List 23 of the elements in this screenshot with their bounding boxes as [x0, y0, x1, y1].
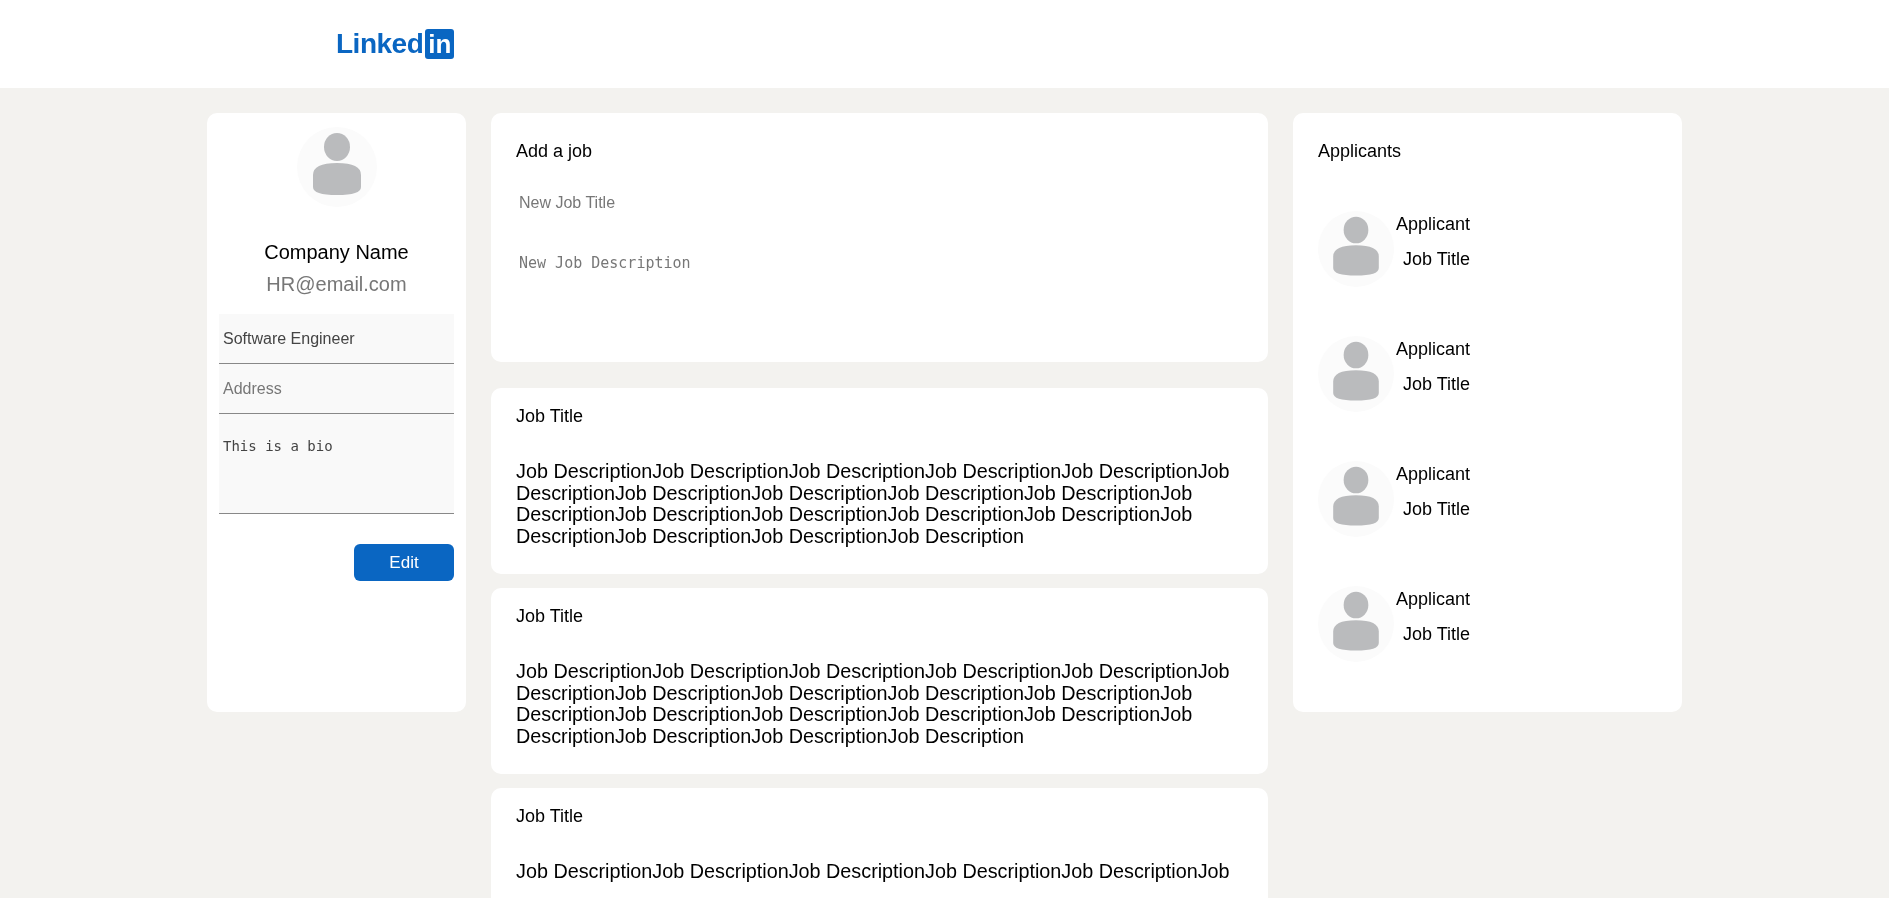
- applicant-name[interactable]: Applicant: [1396, 214, 1471, 235]
- card-title: Add a job: [516, 141, 594, 162]
- logo[interactable]: Linked in: [336, 28, 455, 60]
- applicant-name[interactable]: Applicant: [1396, 339, 1471, 360]
- job-description: Job DescriptionJob DescriptionJob DescriptionJob DescriptionJob DescriptionJob DescriptionJob DescriptionJob DescriptionJob DescriptionJob DescriptionJob DescriptionJob DescriptionJob DescriptionJob DescriptionJob DescriptionJob DescriptionJob DescriptionJob DescriptionJob Description: [516, 660, 1231, 748]
- applicant-job-title: Job Title: [1403, 624, 1471, 645]
- card-title: Applicants: [1318, 141, 1403, 162]
- applicant-job-title: Job Title: [1403, 249, 1471, 270]
- job-title: Job Title: [516, 406, 585, 427]
- job-title: Job Title: [516, 605, 585, 627]
- applicant-name[interactable]: Applicant: [1396, 464, 1471, 485]
- input-field[interactable]: Software Engineer: [219, 314, 454, 364]
- edit-button[interactable]: Edit: [354, 544, 454, 581]
- applicant-job-title: Job Title: [1403, 374, 1471, 395]
- applicant-job-title: Job Title: [1403, 499, 1471, 520]
- input-field[interactable]: Address: [219, 364, 454, 414]
- company-name: Company Name: [264, 241, 409, 264]
- bio-field[interactable]: This is a bio: [219, 414, 454, 514]
- applicant-name[interactable]: Applicant: [1396, 589, 1471, 610]
- job-title: Job Title: [516, 805, 585, 827]
- job-description: Job DescriptionJob DescriptionJob DescriptionJob DescriptionJob DescriptionJob DescriptionJob DescriptionJob DescriptionJob DescriptionJob DescriptionJob DescriptionJob DescriptionJob DescriptionJob DescriptionJob DescriptionJob DescriptionJob DescriptionJob DescriptionJob Description: [516, 461, 1231, 548]
- email-text: HR@email.com: [266, 273, 407, 296]
- job-description: Job DescriptionJob DescriptionJob DescriptionJob DescriptionJob DescriptionJob: [516, 860, 1231, 883]
